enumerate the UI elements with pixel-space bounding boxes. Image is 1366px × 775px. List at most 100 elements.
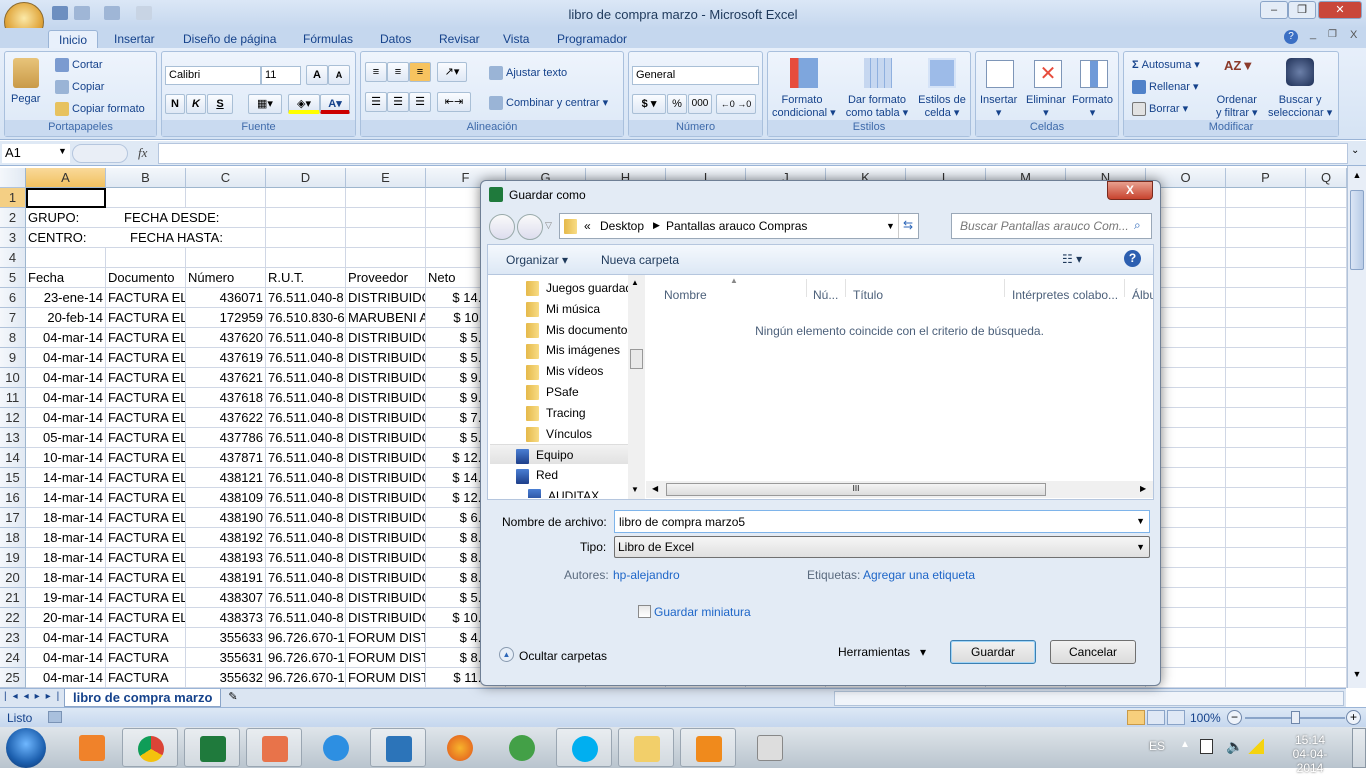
cell-A5[interactable]: Fecha xyxy=(26,268,106,288)
cell-A6[interactable]: 23-ene-14 xyxy=(26,288,106,308)
cell-D18[interactable]: 76.511.040-8 xyxy=(266,528,346,548)
cell-A17[interactable]: 18-mar-14 xyxy=(26,508,106,528)
cell-B13[interactable]: FACTURA ELE xyxy=(106,428,186,448)
cell-D20[interactable]: 76.511.040-8 xyxy=(266,568,346,588)
cell-C23[interactable]: 355633 xyxy=(186,628,266,648)
cell-E11[interactable]: DISTRIBUIDC xyxy=(346,388,426,408)
cell-C14[interactable]: 437871 xyxy=(186,448,266,468)
column-header-C[interactable]: C xyxy=(186,168,266,188)
cell-Q24[interactable] xyxy=(1306,648,1347,668)
cell-E10[interactable]: DISTRIBUIDC xyxy=(346,368,426,388)
cell-B7[interactable]: FACTURA ELE xyxy=(106,308,186,328)
taskbar-media-player[interactable] xyxy=(680,728,736,767)
nav-item-mi-m-sica[interactable]: Mi música xyxy=(490,299,628,319)
cell-B12[interactable]: FACTURA ELE xyxy=(106,408,186,428)
cell-Q4[interactable] xyxy=(1306,248,1347,268)
cell-D10[interactable]: 76.511.040-8 xyxy=(266,368,346,388)
cell-E5[interactable]: Proveedor xyxy=(346,268,426,288)
cell-P12[interactable] xyxy=(1226,408,1306,428)
tab-revisar[interactable]: Revisar xyxy=(429,30,490,49)
workbook-close-button[interactable]: X xyxy=(1350,29,1357,41)
nav-item-psafe[interactable]: PSafe xyxy=(490,382,628,402)
cell-P7[interactable] xyxy=(1226,308,1306,328)
view-options-button[interactable]: ☷ ▾ xyxy=(1062,252,1082,266)
nav-item-mis-v-deos[interactable]: Mis vídeos xyxy=(490,361,628,381)
cell-B11[interactable]: FACTURA ELE xyxy=(106,388,186,408)
row-header[interactable]: 24 xyxy=(0,648,26,668)
dar-formato-tabla-button[interactable]: Dar formato como tabla ▾ xyxy=(844,94,910,119)
forward-button[interactable] xyxy=(517,214,543,240)
eliminar-button[interactable]: Eliminar ▾ xyxy=(1026,94,1066,119)
cell-P4[interactable] xyxy=(1226,248,1306,268)
scroll-right-arrow[interactable]: ▶ xyxy=(1140,484,1146,493)
currency-button[interactable]: $ ▾ xyxy=(632,94,666,114)
cell-A22[interactable]: 20-mar-14 xyxy=(26,608,106,628)
column-header-D[interactable]: D xyxy=(266,168,346,188)
cell-E13[interactable]: DISTRIBUIDC xyxy=(346,428,426,448)
cell-C22[interactable]: 438373 xyxy=(186,608,266,628)
taskbar-internet-explorer[interactable] xyxy=(308,728,364,767)
redo-icon[interactable] xyxy=(104,6,120,20)
cell-B8[interactable]: FACTURA ELE xyxy=(106,328,186,348)
buscar-seleccionar-button[interactable]: Buscar y seleccionar ▾ xyxy=(1268,94,1332,119)
workbook-minimize-button[interactable]: _ xyxy=(1310,28,1316,40)
cell-D22[interactable]: 76.511.040-8 xyxy=(266,608,346,628)
breadcrumb-desktop[interactable]: Desktop xyxy=(600,219,644,233)
column-header-A[interactable]: A xyxy=(26,168,106,188)
cell-D14[interactable]: 76.511.040-8 xyxy=(266,448,346,468)
row-header[interactable]: 8 xyxy=(0,328,26,348)
cell-C12[interactable]: 437622 xyxy=(186,408,266,428)
decimals-buttons[interactable]: ←0 →0 xyxy=(716,94,756,114)
cell-D25[interactable]: 96.726.670-1 xyxy=(266,668,346,688)
cell-D16[interactable]: 76.511.040-8 xyxy=(266,488,346,508)
column-header-numero[interactable]: Nú... xyxy=(813,288,838,302)
cell-B22[interactable]: FACTURA ELE xyxy=(106,608,186,628)
align-left-button[interactable]: ☰ xyxy=(365,92,387,112)
cell-D11[interactable]: 76.511.040-8 xyxy=(266,388,346,408)
cell-D17[interactable]: 76.511.040-8 xyxy=(266,508,346,528)
borrar-button[interactable]: Borrar ▾ xyxy=(1132,102,1188,117)
cortar-button[interactable]: Cortar xyxy=(55,58,103,72)
cell-D9[interactable]: 76.511.040-8 xyxy=(266,348,346,368)
authors-value[interactable]: hp-alejandro xyxy=(613,568,680,582)
tools-button[interactable]: Herramientas ▾ xyxy=(838,645,926,659)
cancel-button[interactable]: Cancelar xyxy=(1050,640,1136,664)
italic-button[interactable]: K xyxy=(186,94,206,114)
taskbar-slideshow[interactable] xyxy=(246,728,302,767)
cell-D24[interactable]: 96.726.670-1 xyxy=(266,648,346,668)
cell-E22[interactable]: DISTRIBUIDC xyxy=(346,608,426,628)
cell-Q22[interactable] xyxy=(1306,608,1347,628)
row-header[interactable]: 1 xyxy=(0,188,26,208)
search-box[interactable]: Buscar Pantallas arauco Com... ⌕ xyxy=(951,213,1152,239)
insertar-button[interactable]: Insertar ▾ xyxy=(980,94,1017,119)
cell-E4[interactable] xyxy=(346,248,426,268)
cell-E7[interactable]: MARUBENI A xyxy=(346,308,426,328)
number-format-select[interactable]: General xyxy=(632,66,759,85)
hide-folders-icon[interactable]: ▲ xyxy=(499,647,514,662)
borders-button[interactable]: ▦▾ xyxy=(248,94,282,114)
row-header[interactable]: 19 xyxy=(0,548,26,568)
cell-E1[interactable] xyxy=(346,188,426,208)
cell-P1[interactable] xyxy=(1226,188,1306,208)
cell-B4[interactable] xyxy=(106,248,186,268)
filename-dropdown[interactable]: ▼ xyxy=(1136,516,1145,526)
taskbar-skype[interactable] xyxy=(556,728,612,767)
cell-C18[interactable]: 438192 xyxy=(186,528,266,548)
cell-E19[interactable]: DISTRIBUIDC xyxy=(346,548,426,568)
cell-C4[interactable] xyxy=(186,248,266,268)
font-size-select[interactable]: 11 xyxy=(261,66,301,85)
cell-D1[interactable] xyxy=(266,188,346,208)
help-icon[interactable]: ? xyxy=(1124,250,1141,267)
address-dropdown[interactable]: ▼ xyxy=(886,221,895,231)
cell-B19[interactable]: FACTURA ELE xyxy=(106,548,186,568)
breadcrumb-separator[interactable]: ▶ xyxy=(653,220,660,231)
cell-B10[interactable]: FACTURA ELE xyxy=(106,368,186,388)
recent-locations-dropdown[interactable]: ▽ xyxy=(545,220,552,231)
cell-P16[interactable] xyxy=(1226,488,1306,508)
tags-value[interactable]: Agregar una etiqueta xyxy=(863,568,975,582)
taskbar-explorer[interactable] xyxy=(618,728,674,767)
cell-D5[interactable]: R.U.T. xyxy=(266,268,346,288)
horizontal-scrollbar[interactable] xyxy=(834,691,1344,706)
formato-button[interactable]: Formato ▾ xyxy=(1072,94,1113,119)
row-header[interactable]: 3 xyxy=(0,228,26,248)
